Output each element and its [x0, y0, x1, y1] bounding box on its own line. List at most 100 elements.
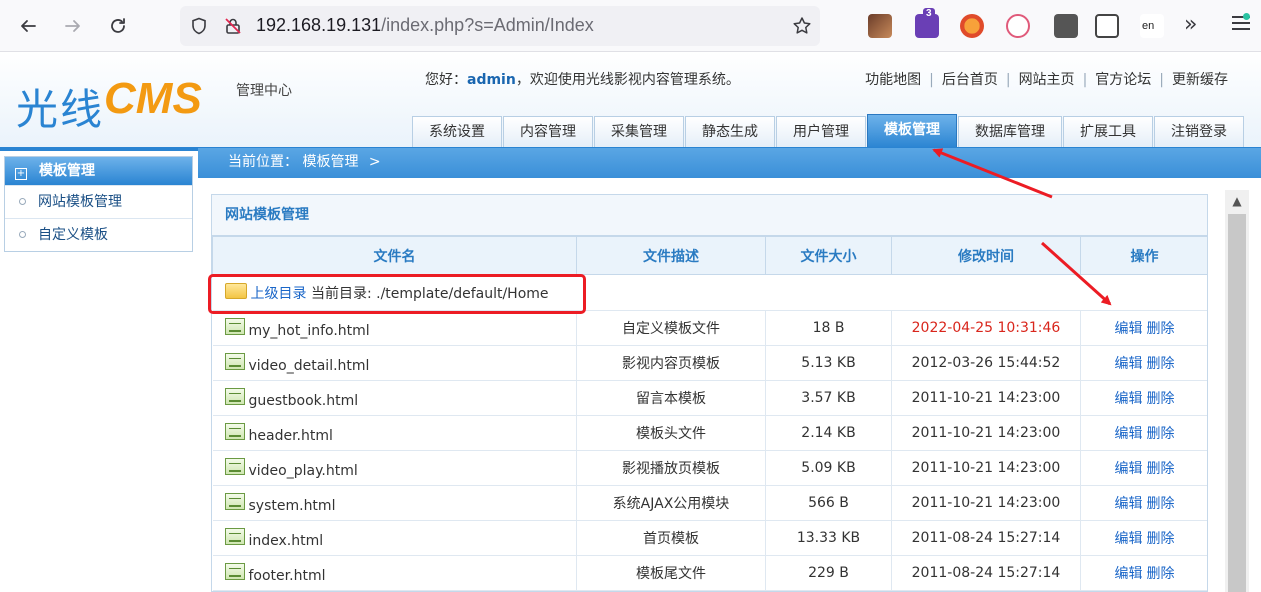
scroll-up-icon[interactable]: ▲ — [1225, 190, 1249, 214]
sidebar-item-custom-templates[interactable]: 自定义模板 — [5, 218, 192, 251]
edit-link[interactable]: 编辑 — [1115, 496, 1143, 512]
scroll-thumb[interactable] — [1228, 214, 1246, 592]
tab-logout[interactable]: 注销登录 — [1154, 116, 1244, 148]
file-actions: 编辑 删除 — [1080, 380, 1207, 416]
file-desc: 模板尾文件 — [576, 555, 766, 591]
html-file-icon — [224, 562, 245, 580]
expand-icon: + — [15, 168, 27, 180]
address-bar[interactable]: 192.168.19.131/index.php?s=Admin/Index — [180, 6, 820, 46]
top-link-site-home[interactable]: 网站主页 — [1019, 72, 1075, 88]
sidebar-item-site-templates[interactable]: 网站模板管理 — [5, 185, 192, 218]
forward-arrow-icon[interactable] — [59, 12, 87, 40]
extension-translate-icon[interactable]: en — [1140, 14, 1164, 38]
edit-link[interactable]: 编辑 — [1115, 531, 1143, 547]
breadcrumb-current[interactable]: 模板管理 — [302, 154, 358, 170]
current-dir-label: 当前目录: — [310, 285, 377, 302]
update-dot — [1243, 13, 1250, 20]
logo-en: CMS — [104, 74, 202, 123]
file-size: 229 B — [765, 555, 892, 591]
table-row: video_detail.html 影视内容页模板 5.13 KB 2012-03-2… — [212, 345, 1207, 381]
file-name-cell: index.html — [212, 520, 577, 556]
top-link-refresh-cache[interactable]: 更新缓存 — [1172, 72, 1228, 88]
reload-icon[interactable] — [104, 12, 132, 40]
extension-flower-icon[interactable] — [1006, 14, 1030, 38]
file-name[interactable]: guestbook.html — [249, 393, 359, 409]
file-desc: 影视内容页模板 — [576, 345, 766, 381]
file-name[interactable]: index.html — [249, 533, 324, 549]
tab-static-generation[interactable]: 静态生成 — [685, 116, 775, 148]
delete-link[interactable]: 删除 — [1147, 391, 1175, 407]
delete-link[interactable]: 删除 — [1147, 531, 1175, 547]
file-name[interactable]: footer.html — [249, 568, 326, 584]
delete-link[interactable]: 删除 — [1147, 496, 1175, 512]
folder-icon — [224, 282, 247, 299]
more-extensions-icon[interactable]: » — [1184, 12, 1197, 37]
file-name[interactable]: header.html — [249, 428, 333, 444]
template-panel: 网站模板管理 文件名 文件描述 文件大小 修改时间 操作 上级目录 当前目录: … — [211, 194, 1208, 592]
tab-template-management[interactable]: 模板管理 — [867, 114, 957, 148]
top-link-forum[interactable]: 官方论坛 — [1095, 72, 1151, 88]
extension-avatar-icon[interactable] — [868, 14, 892, 38]
file-size: 5.09 KB — [765, 450, 892, 486]
extension-gamepad-icon[interactable] — [1054, 14, 1078, 38]
edit-link[interactable]: 编辑 — [1115, 356, 1143, 372]
delete-link[interactable]: 删除 — [1147, 321, 1175, 337]
column-header: 文件大小 — [765, 236, 892, 275]
delete-link[interactable]: 删除 — [1147, 461, 1175, 477]
insecure-lock-icon[interactable] — [224, 17, 242, 35]
sidebar: + 模板管理 网站模板管理 自定义模板 — [4, 156, 193, 252]
edit-link[interactable]: 编辑 — [1115, 321, 1143, 337]
top-links: 功能地图 | 后台首页 | 网站主页 | 官方论坛 | 更新缓存 — [865, 72, 1228, 88]
file-name[interactable]: video_play.html — [249, 463, 358, 479]
delete-link[interactable]: 删除 — [1147, 566, 1175, 582]
file-size: 13.33 KB — [765, 520, 892, 556]
url-text[interactable]: 192.168.19.131/index.php?s=Admin/Index — [256, 15, 594, 36]
file-size: 5.13 KB — [765, 345, 892, 381]
file-desc: 自定义模板文件 — [576, 310, 766, 346]
file-name[interactable]: my_hot_info.html — [249, 323, 370, 339]
edit-link[interactable]: 编辑 — [1115, 391, 1143, 407]
extension-panda-icon[interactable] — [1095, 14, 1119, 38]
welcome-text: 您好：admin，欢迎使用光线影视内容管理系统。 — [425, 72, 740, 88]
shield-icon[interactable] — [190, 17, 208, 35]
file-time: 2011-08-24 15:27:14 — [891, 520, 1081, 556]
bookmark-star-icon[interactable] — [792, 16, 812, 36]
tab-system-settings[interactable]: 系统设置 — [412, 116, 502, 148]
file-time: 2022-04-25 10:31:46 — [891, 310, 1081, 346]
panel-title: 网站模板管理 — [212, 195, 1207, 236]
edit-link[interactable]: 编辑 — [1115, 426, 1143, 442]
logo-cn: 光线 — [16, 85, 105, 134]
file-time: 2011-10-21 14:23:00 — [891, 450, 1081, 486]
file-actions: 编辑 删除 — [1080, 485, 1207, 521]
file-time: 2011-10-21 14:23:00 — [891, 415, 1081, 451]
tab-collection-management[interactable]: 采集管理 — [594, 116, 684, 148]
table-row: system.html 系统AJAX公用模块 566 B 2011-10-21 14:… — [212, 485, 1207, 521]
parent-dir-row: 上级目录 当前目录: ./template/default/Home — [212, 274, 1207, 311]
file-actions: 编辑 删除 — [1080, 310, 1207, 346]
table-row: my_hot_info.html 自定义模板文件 18 B 2022-04-25 10… — [212, 310, 1207, 346]
top-link-feature-map[interactable]: 功能地图 — [865, 72, 921, 88]
file-time: 2011-10-21 14:23:00 — [891, 485, 1081, 521]
file-name[interactable]: system.html — [249, 498, 336, 514]
file-actions: 编辑 删除 — [1080, 345, 1207, 381]
file-name-cell: my_hot_info.html — [212, 310, 577, 346]
tab-user-management[interactable]: 用户管理 — [776, 116, 866, 148]
back-arrow-icon[interactable] — [14, 12, 42, 40]
breadcrumb: 当前位置： 模板管理 > — [198, 148, 1261, 178]
edit-link[interactable]: 编辑 — [1115, 461, 1143, 477]
table-row: index.html 首页模板 13.33 KB 2011-08-24 15:27:1… — [212, 520, 1207, 556]
delete-link[interactable]: 删除 — [1147, 426, 1175, 442]
top-link-admin-home[interactable]: 后台首页 — [942, 72, 998, 88]
edit-link[interactable]: 编辑 — [1115, 566, 1143, 582]
sidebar-title[interactable]: + 模板管理 — [5, 157, 192, 185]
scrollbar[interactable]: ▲ — [1225, 190, 1249, 592]
file-actions: 编辑 删除 — [1080, 415, 1207, 451]
tab-extension-tools[interactable]: 扩展工具 — [1063, 116, 1153, 148]
extension-block-icon[interactable] — [960, 14, 984, 38]
tab-database-management[interactable]: 数据库管理 — [958, 116, 1062, 148]
parent-dir-link[interactable]: 上级目录 — [251, 286, 307, 302]
delete-link[interactable]: 删除 — [1147, 356, 1175, 372]
file-name[interactable]: video_detail.html — [249, 358, 370, 374]
tab-content-management[interactable]: 内容管理 — [503, 116, 593, 148]
file-name-cell: header.html — [212, 415, 577, 451]
